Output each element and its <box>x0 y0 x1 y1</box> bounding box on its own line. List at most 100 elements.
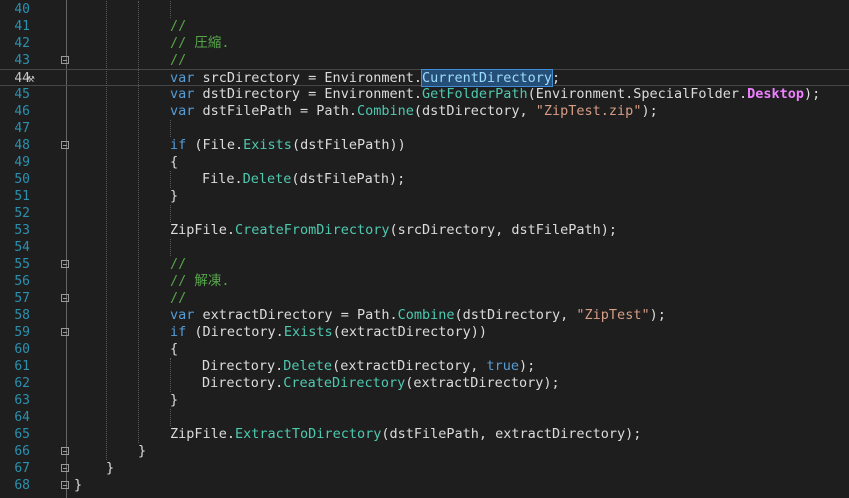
code-token: // <box>170 256 187 272</box>
indent-guide <box>170 171 171 188</box>
code-token: if <box>170 324 187 340</box>
code-line[interactable]: 64 <box>0 409 849 426</box>
collapse-toggle-icon[interactable] <box>61 56 69 64</box>
code-line[interactable]: 59 if (Directory.Exists(extractDirectory)… <box>0 324 849 341</box>
line-number: 59 <box>14 325 30 340</box>
code-line[interactable]: 57 // <box>0 290 849 307</box>
code-editor[interactable]: 40 41//42// 圧縮. 43//44 ⚒ var srcDirectory = … <box>0 0 849 498</box>
collapse-toggle-icon[interactable] <box>61 294 69 302</box>
code-token: ZipFile. <box>170 222 236 238</box>
code-line[interactable]: 54 <box>0 239 849 256</box>
code-line[interactable]: 49 { <box>0 154 849 171</box>
code-line[interactable]: 63} <box>0 392 849 409</box>
line-number: 65 <box>14 427 30 442</box>
code-token: ); <box>519 358 536 374</box>
code-line[interactable]: 68} <box>0 477 849 494</box>
line-number: 47 <box>14 121 30 136</box>
code-line[interactable]: 67} <box>0 460 849 477</box>
code-token: // 圧縮. <box>170 35 230 51</box>
code-token: true <box>486 358 520 374</box>
collapse-toggle-icon[interactable] <box>61 260 69 268</box>
code-line[interactable]: 53 ZipFile.CreateFromDirectory(srcDirecto… <box>0 222 849 239</box>
code-token: (dstDirectory, <box>413 103 536 119</box>
code-token: Directory. <box>202 375 284 391</box>
code-token: (dstFilePath, extractDirectory); <box>381 426 642 442</box>
code-text: Directory.CreateDirectory(extractDirecto… <box>202 375 560 392</box>
code-line[interactable]: 48 if (File.Exists(dstFilePath)) <box>0 137 849 154</box>
code-line[interactable]: 66} <box>0 443 849 460</box>
collapse-toggle-icon[interactable] <box>61 328 69 336</box>
line-number: 62 <box>14 376 30 391</box>
code-token: CreateDirectory <box>283 375 406 391</box>
code-line[interactable]: 47 <box>0 120 849 137</box>
code-token: GetFolderPath <box>421 86 528 102</box>
code-line[interactable]: 43 // <box>0 52 849 69</box>
code-line[interactable]: 60 { <box>0 341 849 358</box>
indent-guide <box>170 205 171 222</box>
code-line[interactable]: 61 Directory.Delete(extractDirectory, tru… <box>0 358 849 375</box>
line-number: 61 <box>14 359 30 374</box>
code-token: var <box>170 70 195 86</box>
collapse-toggle-icon[interactable] <box>61 141 69 149</box>
code-token: Combine <box>356 103 414 119</box>
indent-guide <box>138 1 139 443</box>
code-line[interactable]: 50 File.Delete(dstFilePath); <box>0 171 849 188</box>
code-line[interactable]: 44 ⚒ var srcDirectory = Environment.Curren… <box>0 69 849 87</box>
line-number: 40 <box>14 2 30 17</box>
line-number: 53 <box>14 223 30 238</box>
code-token: } <box>138 443 147 459</box>
code-token: // <box>170 18 187 34</box>
line-number: 58 <box>14 308 30 323</box>
indent-guide <box>170 239 171 256</box>
line-number: 67 <box>14 461 30 476</box>
code-token: } <box>106 460 115 476</box>
code-text: } <box>74 477 82 494</box>
line-number: 46 <box>14 104 30 119</box>
line-number: 42 <box>14 36 30 51</box>
line-number: 50 <box>14 172 30 187</box>
code-line[interactable]: 65 ZipFile.ExtractToDirectory(dstFilePath… <box>0 426 849 443</box>
code-line[interactable]: 41 // <box>0 18 849 35</box>
line-number: 49 <box>14 155 30 170</box>
code-token: Desktop <box>747 86 804 102</box>
code-token: srcDirectory = Environment. <box>194 70 422 86</box>
code-token: (extractDirectory, <box>332 358 487 374</box>
code-text: var extractDirectory = Path.Combine(dstD… <box>170 307 666 324</box>
code-line[interactable]: 62 Directory.CreateDirectory(extractDirec… <box>0 375 849 392</box>
collapse-toggle-icon[interactable] <box>61 464 69 472</box>
code-text: var dstDirectory = Environment.GetFolder… <box>170 86 820 103</box>
highlighted-identifier: CurrentDirectory <box>420 69 554 87</box>
code-token: (extractDirectory)) <box>332 324 488 340</box>
code-token: ExtractToDirectory <box>235 426 382 442</box>
code-line[interactable]: 55 // <box>0 256 849 273</box>
code-line[interactable]: 40 <box>0 1 849 18</box>
indent-guide <box>170 1 171 18</box>
code-token: Delete <box>283 358 333 374</box>
line-number: 60 <box>14 342 30 357</box>
code-line[interactable]: 56 // 解凍. <box>0 273 849 290</box>
code-line[interactable]: 45 var dstDirectory = Environment.GetFold… <box>0 86 849 103</box>
code-token: (Directory. <box>186 324 284 340</box>
code-token: File. <box>202 171 243 187</box>
collapse-toggle-icon[interactable] <box>61 481 69 489</box>
code-token: ); <box>804 86 821 102</box>
code-token: { <box>170 341 179 357</box>
code-line[interactable]: 42 // 圧縮. <box>0 35 849 52</box>
hammer-icon[interactable]: ⚒ <box>22 70 40 87</box>
line-number: 55 <box>14 257 30 272</box>
code-line[interactable]: 58 var extractDirectory = Path.Combine(ds… <box>0 307 849 324</box>
code-token: ); <box>641 103 658 119</box>
code-token: ); <box>649 307 666 323</box>
code-line[interactable]: 46 var dstFilePath = Path.Combine(dstDire… <box>0 103 849 120</box>
indent-guide <box>170 120 171 137</box>
code-line[interactable]: 51} <box>0 188 849 205</box>
line-number: 57 <box>14 291 30 306</box>
code-token: Exists <box>283 324 333 340</box>
code-text: var srcDirectory = Environment.CurrentDi… <box>170 69 560 87</box>
code-token: // <box>170 290 187 306</box>
code-line[interactable]: 52 <box>0 205 849 222</box>
collapse-toggle-icon[interactable] <box>61 447 69 455</box>
code-token: (srcDirectory, dstFilePath); <box>389 222 618 238</box>
code-token: ZipFile. <box>170 426 236 442</box>
code-token: dstFilePath = Path. <box>194 103 357 119</box>
